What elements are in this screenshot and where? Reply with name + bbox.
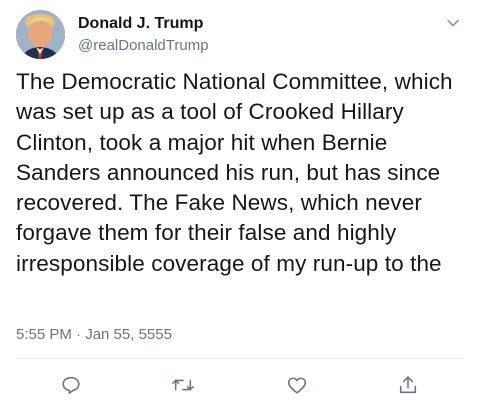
share-button[interactable] <box>395 372 421 398</box>
heart-icon <box>287 377 307 394</box>
user-handle[interactable]: @realDonaldTrump <box>78 36 440 56</box>
tweet-card: Donald J. Trump @realDonaldTrump The Dem… <box>0 0 480 410</box>
display-name[interactable]: Donald J. Trump <box>78 14 440 34</box>
reply-button[interactable] <box>58 372 84 398</box>
tweet-header: Donald J. Trump @realDonaldTrump <box>78 14 440 56</box>
action-bar <box>0 372 480 398</box>
retweet-icon <box>172 379 194 391</box>
retweet-button[interactable] <box>170 372 196 398</box>
divider <box>16 358 464 359</box>
reply-icon <box>62 376 80 394</box>
profile-photo-icon <box>16 10 65 59</box>
share-icon <box>399 376 417 394</box>
tweet-timestamp[interactable]: 5:55 PM · Jan 55, 5555 <box>16 326 172 344</box>
like-button[interactable] <box>284 372 310 398</box>
tweet-text: The Democratic National Committee, which… <box>16 69 453 276</box>
chevron-down-icon[interactable] <box>446 16 460 30</box>
avatar[interactable] <box>16 10 65 59</box>
